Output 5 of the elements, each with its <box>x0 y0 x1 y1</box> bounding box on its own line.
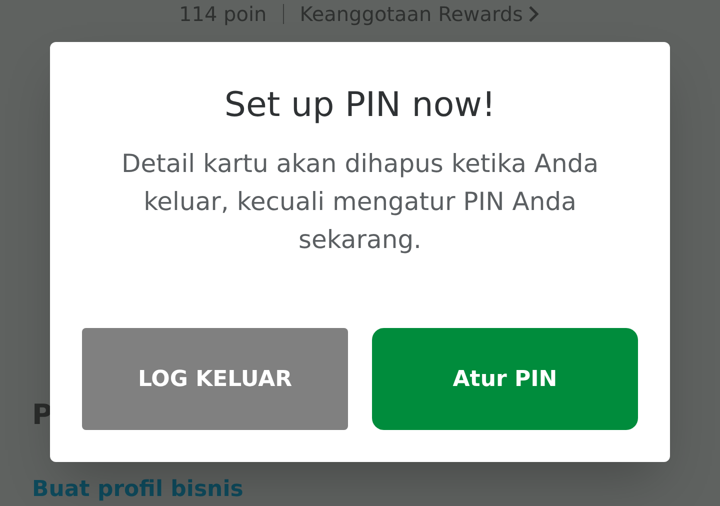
logout-button[interactable]: LOG KELUAR <box>82 328 348 430</box>
chevron-right-icon <box>526 5 541 23</box>
dialog-message: Detail kartu akan dihapus ketika Anda keluar, kecuali mengatur PIN Anda sekarang. <box>120 148 600 256</box>
set-pin-button[interactable]: Atur PIN <box>372 328 638 430</box>
dialog-title: Set up PIN now! <box>224 84 496 127</box>
